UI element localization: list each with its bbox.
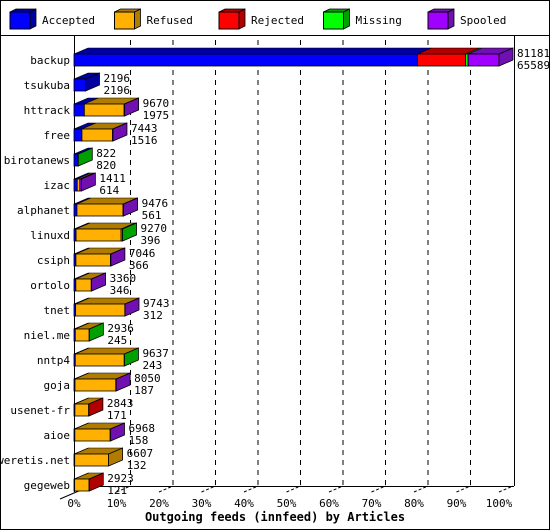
accepted-value-label: 346: [110, 284, 130, 297]
category-label: tnet: [44, 304, 71, 317]
bar-segment-rejected: [416, 53, 466, 67]
accepted-value-label: 820: [96, 159, 116, 172]
legend-label: Spooled: [460, 14, 506, 27]
x-tick-label: 20%: [149, 497, 169, 510]
x-tick-label: 50%: [277, 497, 297, 510]
bar-segment-accepted: [73, 153, 79, 167]
innfeed-chart: Accepted Refused Rejected Missing Spooled 0% 1…: [0, 0, 550, 530]
legend-label: Rejected: [251, 14, 304, 27]
bar-segment-refused: [74, 453, 109, 467]
category-label: backup: [30, 54, 70, 67]
chart-container: Accepted Refused Rejected Missing Spooled 0% 1…: [0, 0, 550, 530]
category-label: gegeweb: [24, 479, 70, 492]
bar-segment-spooled: [467, 53, 500, 67]
legend-swatch-side: [343, 8, 350, 30]
category-label: aioe: [44, 429, 71, 442]
accepted-value-label: 396: [141, 234, 161, 247]
bar-segment-refused: [75, 278, 92, 292]
bar-segment-refused: [74, 328, 90, 342]
legend-swatch-side: [29, 8, 37, 30]
category-label: linuxd: [30, 229, 70, 242]
bar-segment-refused: [74, 478, 90, 492]
accepted-value-label: 187: [134, 384, 154, 397]
x-tick-label: 60%: [319, 497, 339, 510]
legend-swatch: [114, 11, 135, 30]
bar-segment-refused: [75, 228, 122, 242]
legend-swatch: [323, 11, 344, 30]
accepted-value-label: 1975: [143, 109, 170, 122]
x-tick-label: 0%: [67, 497, 81, 510]
legend-swatch: [218, 11, 240, 30]
legend-swatch: [427, 11, 449, 30]
x-tick-label: 10%: [107, 497, 127, 510]
x-tick-label: 80%: [404, 497, 424, 510]
bar-segment-refused: [74, 403, 90, 417]
accepted-value-label: 245: [107, 334, 127, 347]
category-label: csiph: [37, 254, 70, 267]
accepted-value-label: 312: [143, 309, 163, 322]
x-axis-title: Outgoing feeds (innfeed) by Articles: [145, 510, 405, 524]
x-tick-label: 30%: [192, 497, 212, 510]
legend-swatch: [9, 11, 31, 30]
legend-label: Refused: [147, 14, 193, 27]
bar-segment-refused: [74, 353, 125, 367]
x-tick-label: 40%: [234, 497, 254, 510]
accepted-value-label: 614: [99, 184, 119, 197]
bar-segment-refused: [83, 103, 125, 117]
x-tick-label: 90%: [447, 497, 467, 510]
bar-segment-accepted: [73, 53, 418, 67]
accepted-value-label: 1516: [131, 134, 158, 147]
x-tick-label: 70%: [362, 497, 382, 510]
legend-swatch-side: [134, 8, 141, 30]
bar-segment-refused: [74, 378, 117, 392]
category-label: weretis.net: [0, 454, 70, 467]
category-label: izac: [44, 179, 71, 192]
bar-segment-accepted: [73, 178, 78, 192]
category-label: usenet-fr: [10, 404, 70, 417]
legend-swatch-side: [238, 8, 246, 30]
accepted-value-label: 2196: [103, 84, 129, 97]
legend-label: Accepted: [42, 14, 95, 27]
category-label: goja: [44, 379, 71, 392]
category-label: birotanews: [4, 154, 70, 167]
bar-segment-accepted: [73, 78, 86, 92]
accepted-value-label: 561: [142, 209, 162, 222]
accepted-value-label: 243: [142, 359, 162, 372]
accepted-value-label: 121: [107, 484, 127, 497]
x-tick-label: 100%: [486, 497, 513, 510]
bar-segment-top-accepted: [73, 47, 432, 55]
category-label: alphanet: [17, 204, 70, 217]
accepted-value-label: 132: [127, 459, 147, 472]
legend-swatch-side: [447, 8, 455, 30]
category-label: ortolo: [30, 279, 70, 292]
bar-segment-refused: [74, 428, 111, 442]
bar-segment-accepted: [73, 128, 83, 142]
bar-segment-accepted: [73, 103, 85, 117]
bar-segment-refused: [75, 303, 126, 317]
category-label: httrack: [24, 104, 71, 117]
bar-segment-refused: [81, 128, 113, 142]
category-label: nntp4: [37, 354, 70, 367]
category-label: tsukuba: [24, 79, 70, 92]
bar-segment-refused: [75, 253, 111, 267]
accepted-value-label: 65589: [517, 59, 550, 72]
legend-label: Missing: [356, 14, 402, 27]
accepted-value-label: 158: [128, 434, 148, 447]
category-label: free: [44, 129, 71, 142]
bar-segment-refused: [76, 203, 124, 217]
accepted-value-label: 366: [129, 259, 149, 272]
accepted-value-label: 171: [107, 409, 127, 422]
category-label: niel.me: [24, 329, 70, 342]
bar-segment-accepted: [73, 203, 78, 217]
